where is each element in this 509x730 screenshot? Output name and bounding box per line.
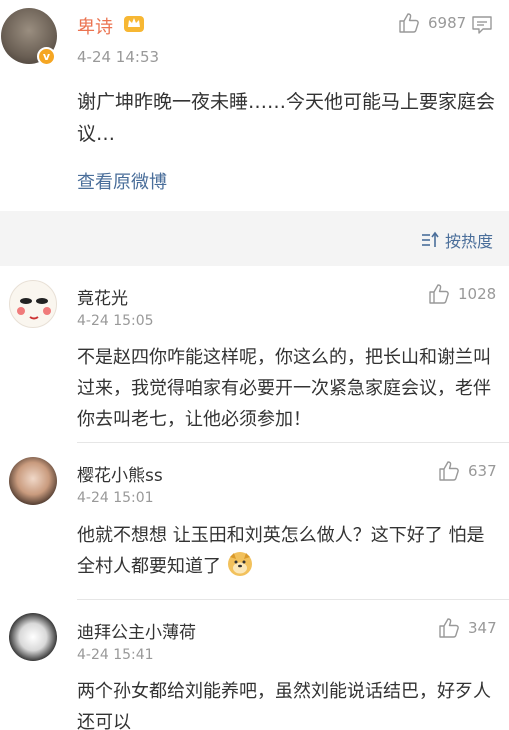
post-like-count: 6987 [428,14,467,32]
verified-badge: v [37,47,56,66]
sort-by-hot-button[interactable]: 按热度 [421,228,493,252]
sort-icon [421,231,439,247]
comment-text: 他就不想想 让玉田和刘英怎么做人？这下好了 怕是全村人都要知道了 [77,520,497,582]
comment-text: 两个孙女都给刘能养吧，虽然刘能说话结巴，好歹人还可以 [77,681,491,730]
face-illustration [17,298,51,320]
commenter-name[interactable]: 竟花光 [77,284,128,309]
commenter-avatar[interactable] [9,280,57,328]
commenter-name[interactable]: 迪拜公主小薄荷 [77,618,196,643]
author-name[interactable]: 卑诗 [77,13,113,39]
comment-like-button[interactable]: 347 [438,617,497,639]
post-text: 谢广坤昨晚一夜未睡……今天他可能马上要家庭会议… [77,91,496,145]
comment-divider [77,442,509,443]
commenter-avatar[interactable] [9,457,57,505]
comment-text-body: 他就不想想 让玉田和刘英怎么做人？这下好了 怕是全村人都要知道了 [77,525,485,577]
comment-like-button[interactable]: 637 [438,460,497,482]
comment-text: 不是赵四你咋能这样呢，你这么的，把长山和谢兰叫过来，我觉得咱家有必要开一次紧急家… [77,347,491,430]
comment-like-count: 637 [468,462,497,480]
commenter-avatar[interactable] [9,613,57,661]
like-icon [429,284,449,304]
comment-time: 4-24 15:05 [77,313,154,329]
post-time: 4-24 14:53 [77,48,160,66]
doge-emoji [228,552,252,576]
like-icon [439,461,459,481]
original-post: v 卑诗 4-24 14:53 6987 谢广坤昨晚一夜未睡……今天他可能马上要… [0,0,509,211]
comment-like-count: 347 [468,619,497,637]
comment-time: 4-24 15:01 [77,490,154,506]
comment-icon[interactable] [471,14,493,36]
comment-like-button[interactable]: 1028 [428,283,496,305]
view-original-link[interactable]: 查看原微博 [77,168,167,194]
comment-like-count: 1028 [458,285,497,303]
comment-divider [77,599,509,600]
sort-label: 按热度 [444,232,493,251]
post-like-button[interactable]: 6987 [398,12,466,34]
like-icon [399,13,419,33]
like-icon [439,618,459,638]
crown-icon [124,16,144,32]
commenter-name[interactable]: 樱花小熊ss [77,461,163,486]
comment-time: 4-24 15:41 [77,647,154,663]
